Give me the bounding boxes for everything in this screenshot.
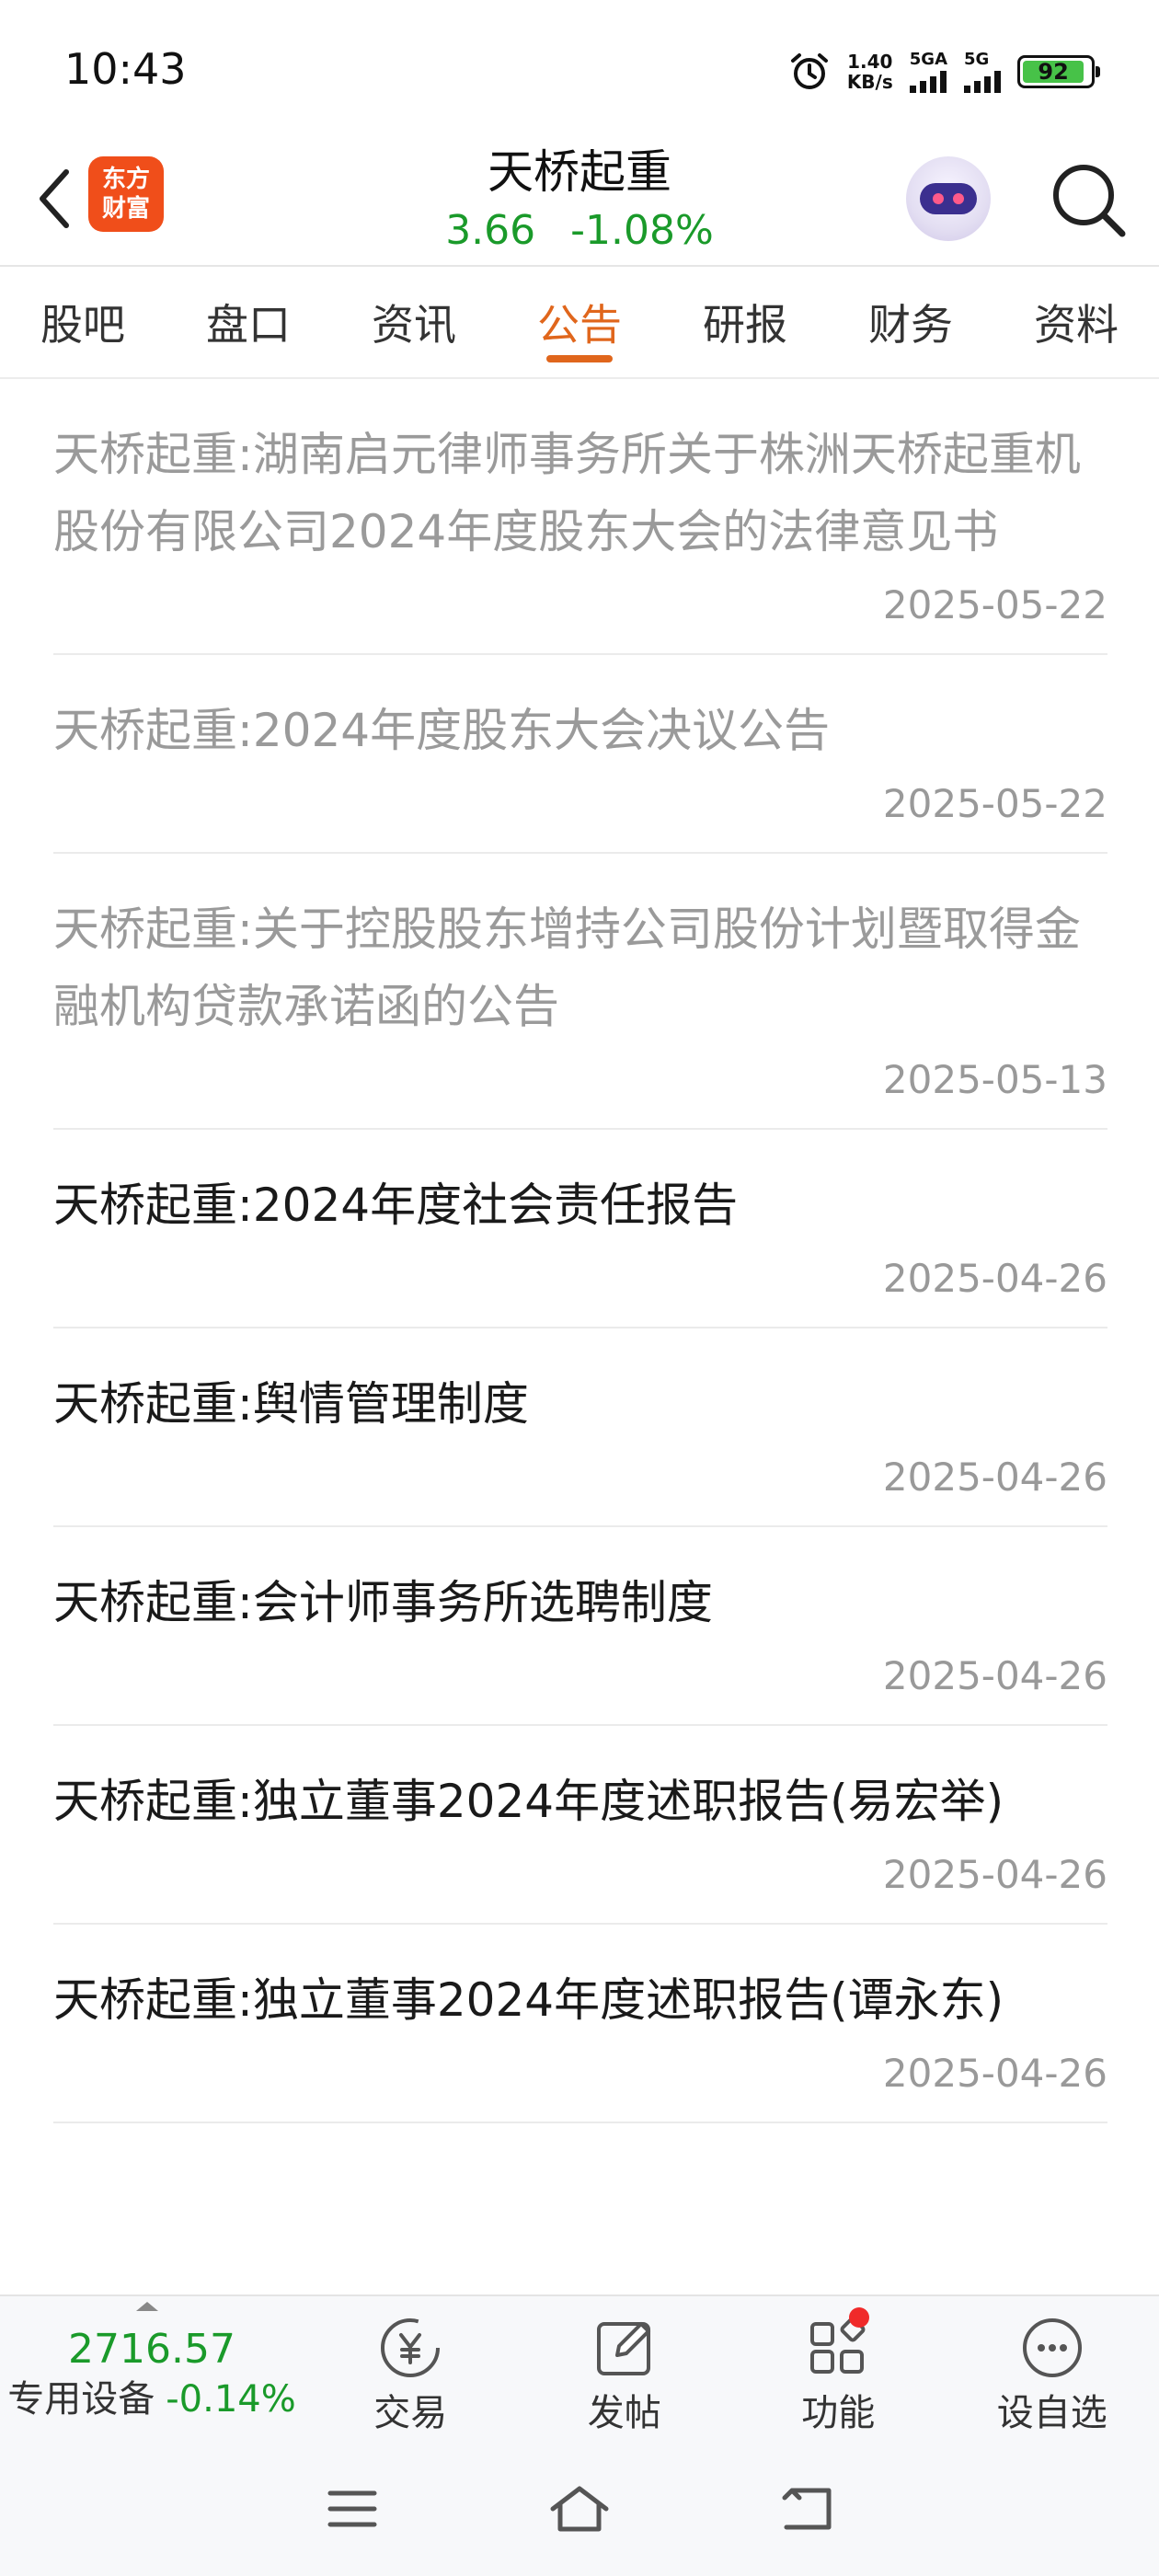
announcement-title: 天桥起重:舆情管理制度 xyxy=(53,1377,529,1431)
trade-button[interactable]: 交易 xyxy=(304,2296,518,2442)
battery-level: 92 xyxy=(1023,59,1084,85)
ai-assistant-avatar[interactable] xyxy=(906,156,991,241)
signal-bars-icon xyxy=(964,69,1001,93)
notification-dot xyxy=(849,2307,869,2328)
home-icon xyxy=(550,2486,609,2532)
announcement-title: 天桥起重:2024年度社会责任报告 xyxy=(53,1179,739,1232)
chevron-left-icon xyxy=(40,169,69,228)
back-button[interactable] xyxy=(28,162,83,236)
status-bar: 10:43 1.40 KB/s 5GA 5G 92 xyxy=(0,0,1159,138)
sim2-label: 5G xyxy=(964,50,990,69)
alarm-clock-icon xyxy=(790,53,828,89)
search-button[interactable] xyxy=(1047,158,1130,241)
section-tabs: 股吧 盘口 资讯 公告 研报 财务 资料 xyxy=(0,267,1159,379)
logo-line1: 东方 xyxy=(101,166,150,193)
sim1-label: 5GA xyxy=(909,50,947,69)
announcement-title: 天桥起重:关于控股股东增持公司股份计划暨取得金融机构贷款承诺函的公告 xyxy=(53,903,1081,1033)
announcement-title: 天桥起重:湖南启元律师事务所关于株洲天桥起重机股份有限公司2024年度股东大会的… xyxy=(53,428,1081,558)
announcement-title: 天桥起重:会计师事务所选聘制度 xyxy=(53,1576,713,1629)
status-icons: 1.40 KB/s 5GA 5G 92 xyxy=(788,46,1100,98)
home-button[interactable] xyxy=(543,2472,616,2546)
function-button[interactable]: 功能 xyxy=(731,2296,946,2442)
post-button[interactable]: 发帖 xyxy=(518,2296,732,2442)
list-item[interactable]: 天桥起重:会计师事务所选聘制度 2025-04-26 xyxy=(53,1527,1107,1726)
menu-button[interactable] xyxy=(316,2472,389,2546)
announcement-title: 天桥起重:独立董事2024年度述职报告(易宏举) xyxy=(53,1775,1004,1828)
back-nav-button[interactable] xyxy=(770,2472,843,2546)
battery-icon: 92 xyxy=(1017,55,1100,88)
list-item[interactable]: 天桥起重:独立董事2024年度述职报告(谭永东) 2025-04-26 xyxy=(53,1925,1107,2123)
caret-up-icon xyxy=(136,2302,158,2311)
announcement-date: 2025-04-26 xyxy=(882,1455,1107,1500)
stock-change: -1.08% xyxy=(570,207,714,254)
watchlist-label: 设自选 xyxy=(996,2392,1107,2434)
bottom-toolbar: 2716.57 专用设备 -0.14% 交易 发帖 功能 设自选 xyxy=(0,2294,1159,2442)
announcement-title: 天桥起重:独立董事2024年度述职报告(谭永东) xyxy=(53,1973,1004,2027)
sim2-signal: 5G xyxy=(964,51,1001,93)
edit-icon xyxy=(596,2322,650,2375)
app-logo[interactable]: 东方 财富 xyxy=(88,156,164,232)
tab-profile[interactable]: 资料 xyxy=(993,267,1159,377)
announcement-list: 天桥起重:湖南启元律师事务所关于株洲天桥起重机股份有限公司2024年度股东大会的… xyxy=(53,379,1107,2294)
list-item[interactable]: 天桥起重:关于控股股东增持公司股份计划暨取得金融机构贷款承诺函的公告 2025-… xyxy=(53,854,1107,1130)
stock-title: 天桥起重 3.66 -1.08% xyxy=(350,140,809,258)
sector-index-value: 2716.57 xyxy=(68,2326,235,2373)
list-item[interactable]: 天桥起重:湖南启元律师事务所关于株洲天桥起重机股份有限公司2024年度股东大会的… xyxy=(53,379,1107,655)
logo-line2: 财富 xyxy=(101,195,150,223)
sector-index-row: 专用设备 -0.14% xyxy=(0,2375,304,2423)
tab-pankou[interactable]: 盘口 xyxy=(166,267,331,377)
tab-financials[interactable]: 财务 xyxy=(828,267,993,377)
robot-icon xyxy=(920,183,977,214)
list-item[interactable]: 天桥起重:独立董事2024年度述职报告(易宏举) 2025-04-26 xyxy=(53,1726,1107,1925)
announcement-date: 2025-04-26 xyxy=(882,1653,1107,1698)
post-label: 发帖 xyxy=(587,2392,661,2434)
sector-index[interactable]: 2716.57 专用设备 -0.14% xyxy=(0,2296,304,2442)
system-nav-bar xyxy=(0,2442,1159,2576)
list-item[interactable]: 天桥起重:舆情管理制度 2025-04-26 xyxy=(53,1328,1107,1527)
stock-header: 东方 财富 天桥起重 3.66 -1.08% xyxy=(0,138,1159,267)
stock-price: 3.66 xyxy=(445,207,536,254)
announcement-date: 2025-05-22 xyxy=(882,781,1107,826)
function-label: 功能 xyxy=(801,2392,876,2434)
announcement-date: 2025-05-22 xyxy=(882,582,1107,627)
announcement-date: 2025-04-26 xyxy=(882,1256,1107,1301)
sector-change: -0.14% xyxy=(166,2378,296,2421)
menu-icon xyxy=(327,2490,377,2527)
stock-quote: 3.66 -1.08% xyxy=(350,204,809,258)
list-item[interactable]: 天桥起重:2024年度社会责任报告 2025-04-26 xyxy=(53,1130,1107,1328)
list-item[interactable]: 天桥起重:2024年度股东大会决议公告 2025-05-22 xyxy=(53,655,1107,854)
yuan-circle-icon xyxy=(381,2318,441,2377)
status-time: 10:43 xyxy=(64,44,187,94)
search-icon xyxy=(1053,165,1126,237)
add-watchlist-button[interactable]: 设自选 xyxy=(946,2296,1159,2442)
network-speed-unit: KB/s xyxy=(846,71,893,93)
trade-label: 交易 xyxy=(373,2392,448,2434)
more-circle-icon xyxy=(1022,2318,1082,2377)
network-speed: 1.40 KB/s xyxy=(847,52,893,92)
tab-news[interactable]: 资讯 xyxy=(331,267,497,377)
stock-name: 天桥起重 xyxy=(488,145,671,199)
announcement-date: 2025-04-26 xyxy=(882,2051,1107,2096)
sim1-signal: 5GA xyxy=(909,50,947,93)
return-icon xyxy=(782,2488,832,2530)
announcement-title: 天桥起重:2024年度股东大会决议公告 xyxy=(53,704,831,757)
announcement-date: 2025-05-13 xyxy=(882,1057,1107,1102)
tab-guba[interactable]: 股吧 xyxy=(0,267,166,377)
announcement-date: 2025-04-26 xyxy=(882,1852,1107,1897)
tab-announcements[interactable]: 公告 xyxy=(497,267,662,377)
tab-research[interactable]: 研报 xyxy=(662,267,828,377)
sector-name: 专用设备 xyxy=(7,2378,155,2421)
signal-bars-icon xyxy=(909,69,947,93)
network-speed-value: 1.40 xyxy=(847,51,893,73)
